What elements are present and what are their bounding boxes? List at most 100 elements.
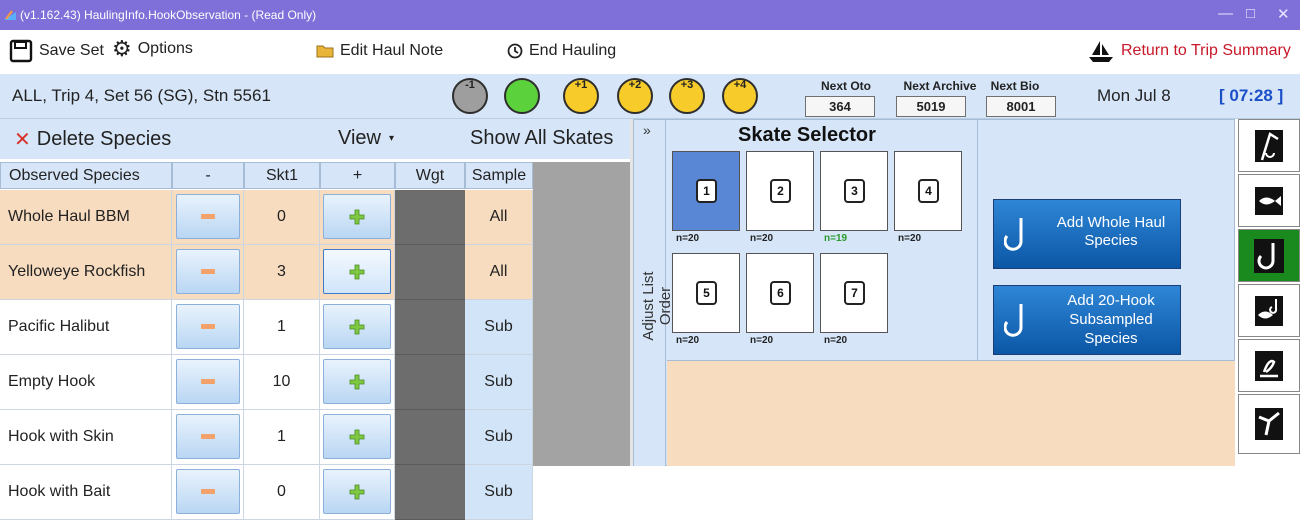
save-set-button[interactable]: Save Set [9, 39, 104, 63]
plus-icon [349, 209, 365, 224]
species-name: Yelloweye Rockfish [8, 263, 146, 280]
skate-count: 1 [277, 318, 286, 335]
app-icon [4, 10, 16, 20]
skate-count: 3 [277, 263, 286, 280]
sample-cell[interactable]: All [465, 190, 533, 245]
return-to-trip-button[interactable]: Return to Trip Summary [1087, 39, 1291, 63]
maximize-button[interactable]: □ [1246, 5, 1255, 22]
add-subsampled-button[interactable]: Add 20-Hook Subsampled Species [993, 285, 1181, 355]
decrement-button[interactable] [176, 249, 240, 294]
add-subsampled-label: Add 20-Hook Subsampled Species [1067, 292, 1155, 347]
weight-cell[interactable] [395, 300, 465, 355]
options-button[interactable]: ⚙ Options [112, 38, 193, 60]
plus-icon [349, 484, 365, 499]
increment-button[interactable] [323, 249, 391, 294]
sample-cell[interactable]: Sub [465, 410, 533, 465]
sample-cell[interactable]: All [465, 245, 533, 300]
col-plus[interactable]: + [320, 162, 395, 189]
species-name: Hook with Bait [8, 483, 111, 500]
hook-line-button[interactable] [1238, 119, 1300, 172]
skate-tile-7[interactable]: 7 [820, 253, 888, 333]
ship-icon [1089, 41, 1113, 62]
close-button[interactable]: ✕ [1277, 5, 1290, 23]
sample-cell[interactable]: Sub [465, 355, 533, 410]
species-name-cell[interactable]: Pacific Halibut [0, 300, 172, 355]
skate-tile-1[interactable]: 1 [672, 151, 740, 231]
collapse-panel-button[interactable]: » [643, 122, 651, 138]
skate-count-cell[interactable]: 3 [244, 245, 320, 300]
step-circle-plus1[interactable]: +1 [563, 78, 599, 114]
col-minus[interactable]: - [172, 162, 244, 189]
minus-icon [201, 379, 215, 384]
panel-divider [977, 120, 978, 360]
grid-empty-area [533, 162, 630, 466]
col-observed-species[interactable]: Observed Species [0, 162, 172, 189]
next-bio-label: Next Bio [990, 79, 1040, 93]
add-whole-haul-button[interactable]: Add Whole Haul Species [993, 199, 1181, 269]
seabird-button[interactable] [1238, 339, 1300, 392]
weight-cell[interactable] [395, 245, 465, 300]
decrement-button[interactable] [176, 414, 240, 459]
species-name-cell[interactable]: Whole Haul BBM [0, 190, 172, 245]
skate-tile-3[interactable]: 3 [820, 151, 888, 231]
next-archive-label: Next Archive [903, 79, 977, 93]
view-dropdown[interactable]: View ▾ [338, 127, 394, 150]
increment-button[interactable] [323, 469, 391, 514]
adjust-list-order-button[interactable]: Adjust List Order [640, 256, 674, 356]
decrement-button[interactable] [176, 304, 240, 349]
species-name-cell[interactable]: Hook with Skin [0, 410, 172, 465]
edit-haul-note-button[interactable]: Edit Haul Note [316, 42, 443, 60]
end-hauling-button[interactable]: End Hauling [507, 42, 616, 60]
notes-area [667, 360, 1235, 466]
skate-tile-6[interactable]: 6 [746, 253, 814, 333]
skate-hook-count: n=19 [824, 233, 848, 244]
skate-count-cell[interactable]: 1 [244, 300, 320, 355]
hook-button[interactable] [1238, 229, 1300, 282]
view-label: View [338, 127, 381, 149]
plus-icon [349, 429, 365, 444]
skate-count-cell[interactable]: 10 [244, 355, 320, 410]
show-all-skates-button[interactable]: Show All Skates [470, 127, 613, 150]
decrement-button[interactable] [176, 469, 240, 514]
col-skt1[interactable]: Skt1 [244, 162, 320, 189]
species-name-cell[interactable]: Empty Hook [0, 355, 172, 410]
col-sample[interactable]: Sample [465, 162, 533, 189]
decrement-button[interactable] [176, 194, 240, 239]
fish-button[interactable] [1238, 174, 1300, 227]
increment-button[interactable] [323, 414, 391, 459]
increment-button[interactable] [323, 359, 391, 404]
skate-tile-5[interactable]: 5 [672, 253, 740, 333]
increment-button[interactable] [323, 304, 391, 349]
skate-count-cell[interactable]: 1 [244, 410, 320, 465]
step-circle-minus1[interactable]: -1 [452, 78, 488, 114]
circle-label: +1 [574, 79, 588, 91]
skate-selector-title: Skate Selector [738, 124, 876, 146]
skate-tile-4[interactable]: 4 [894, 151, 962, 231]
step-circle-plus2[interactable]: +2 [617, 78, 653, 114]
next-bio-value: 8001 [986, 96, 1056, 117]
plus-icon [349, 264, 365, 279]
delete-species-button[interactable]: ✕ Delete Species [14, 127, 171, 152]
species-name-cell[interactable]: Yelloweye Rockfish [0, 245, 172, 300]
skate-count-cell[interactable]: 0 [244, 190, 320, 245]
skate-count-cell[interactable]: 0 [244, 465, 320, 520]
step-circle-current[interactable] [504, 78, 540, 114]
sample-cell[interactable]: Sub [465, 300, 533, 355]
skate-tile-2[interactable]: 2 [746, 151, 814, 231]
sample-cell[interactable]: Sub [465, 465, 533, 520]
weight-cell[interactable] [395, 190, 465, 245]
bird-flying-button[interactable] [1238, 394, 1300, 454]
weight-cell[interactable] [395, 465, 465, 520]
increment-button[interactable] [323, 194, 391, 239]
species-name-cell[interactable]: Hook with Bait [0, 465, 172, 520]
decrement-button[interactable] [176, 359, 240, 404]
step-circle-plus4[interactable]: +4 [722, 78, 758, 114]
fish-on-hook-button[interactable] [1238, 284, 1300, 337]
weight-cell[interactable] [395, 355, 465, 410]
skate-count: 0 [277, 208, 286, 225]
col-wgt[interactable]: Wgt [395, 162, 465, 189]
skate-number: 1 [696, 179, 717, 203]
minimize-button[interactable]: — [1218, 5, 1233, 22]
step-circle-plus3[interactable]: +3 [669, 78, 705, 114]
weight-cell[interactable] [395, 410, 465, 465]
